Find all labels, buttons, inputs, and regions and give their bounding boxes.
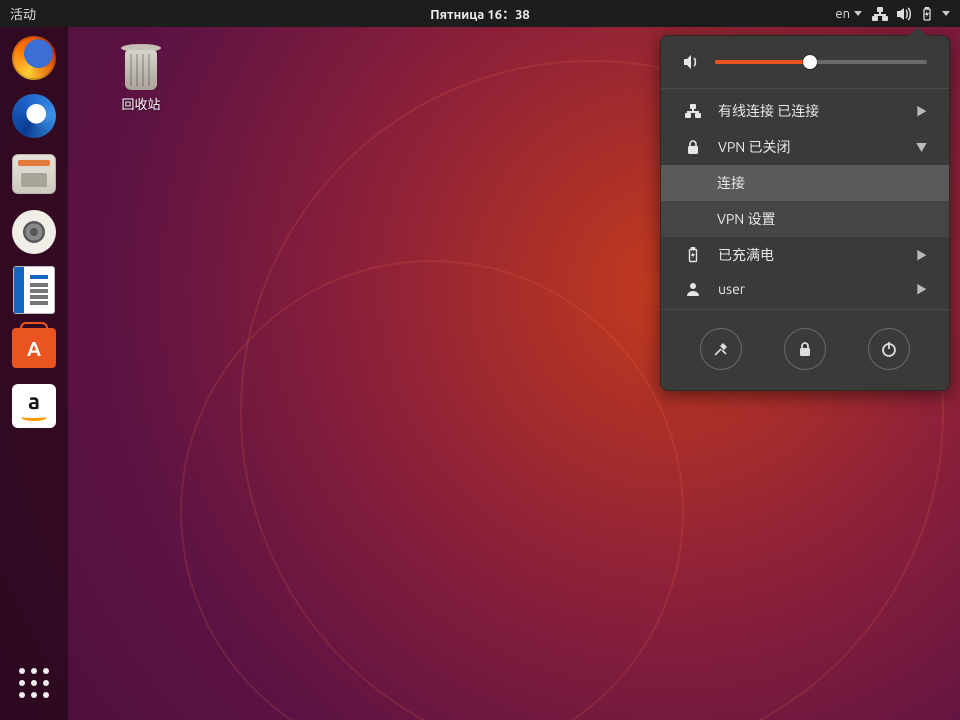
lock-icon bbox=[797, 340, 813, 358]
network-wired-icon bbox=[872, 7, 888, 21]
dock-app-amazon[interactable]: a bbox=[9, 381, 59, 431]
dock-app-rhythmbox[interactable] bbox=[9, 207, 59, 257]
menu-label: 有线连接 已连接 bbox=[718, 101, 916, 121]
power-icon bbox=[880, 340, 898, 358]
menu-vpn-connect[interactable]: 连接 bbox=[661, 165, 949, 201]
menu-label: VPN 已关闭 bbox=[718, 137, 916, 157]
menu-user[interactable]: user ▶ bbox=[661, 273, 949, 305]
volume-row bbox=[661, 36, 949, 84]
power-button[interactable] bbox=[868, 328, 910, 370]
software-bag-icon bbox=[12, 328, 56, 368]
user-icon bbox=[683, 281, 703, 297]
battery-icon bbox=[920, 7, 934, 21]
desktop-icon-label: 回收站 bbox=[96, 94, 186, 113]
tools-icon bbox=[712, 340, 730, 358]
input-source-label: en bbox=[835, 7, 850, 21]
action-row bbox=[661, 314, 949, 376]
chevron-down-icon: ▼ bbox=[916, 139, 927, 155]
dock-app-firefox[interactable] bbox=[9, 33, 59, 83]
rhythmbox-icon bbox=[12, 210, 56, 254]
lock-icon bbox=[683, 139, 703, 155]
menu-vpn[interactable]: VPN 已关闭 ▼ bbox=[661, 129, 949, 165]
menu-label: VPN 设置 bbox=[717, 209, 927, 229]
chevron-right-icon: ▶ bbox=[916, 103, 927, 119]
amazon-icon: a bbox=[12, 384, 56, 428]
firefox-icon bbox=[12, 36, 56, 80]
chevron-down-icon bbox=[854, 11, 862, 16]
menu-label: 已充满电 bbox=[718, 245, 916, 265]
top-bar: 活动 Пятница 16：38 en bbox=[0, 0, 960, 27]
system-status-area[interactable] bbox=[872, 7, 950, 21]
volume-slider-thumb[interactable] bbox=[803, 55, 817, 69]
dock-app-libreoffice-writer[interactable] bbox=[9, 265, 59, 315]
system-menu: 有线连接 已连接 ▶ VPN 已关闭 ▼ 连接 VPN 设置 已充满电 ▶ us… bbox=[660, 35, 950, 391]
show-applications-button[interactable] bbox=[9, 658, 59, 708]
settings-button[interactable] bbox=[700, 328, 742, 370]
input-source-indicator[interactable]: en bbox=[835, 7, 862, 21]
dock-app-ubuntu-software[interactable] bbox=[9, 323, 59, 373]
volume-slider[interactable] bbox=[715, 60, 927, 64]
volume-icon bbox=[896, 7, 912, 21]
trash-icon bbox=[117, 40, 165, 90]
menu-wired-connection[interactable]: 有线连接 已连接 ▶ bbox=[661, 93, 949, 129]
dock-app-files[interactable] bbox=[9, 149, 59, 199]
separator bbox=[661, 88, 949, 89]
menu-label: 连接 bbox=[717, 173, 927, 193]
volume-slider-fill bbox=[715, 60, 810, 64]
files-icon bbox=[12, 154, 56, 194]
dock: a bbox=[0, 27, 68, 720]
menu-label: user bbox=[718, 281, 916, 297]
battery-full-icon bbox=[683, 247, 703, 263]
thunderbird-icon bbox=[12, 94, 56, 138]
volume-icon[interactable] bbox=[683, 54, 701, 70]
separator bbox=[661, 309, 949, 310]
network-wired-icon bbox=[683, 104, 703, 118]
lock-button[interactable] bbox=[784, 328, 826, 370]
activities-button[interactable]: 活动 bbox=[10, 4, 36, 23]
writer-icon bbox=[13, 266, 55, 314]
dock-app-thunderbird[interactable] bbox=[9, 91, 59, 141]
menu-battery[interactable]: 已充满电 ▶ bbox=[661, 237, 949, 273]
desktop-icon-trash[interactable]: 回收站 bbox=[96, 40, 186, 113]
menu-vpn-settings[interactable]: VPN 设置 bbox=[661, 201, 949, 237]
chevron-down-icon bbox=[942, 11, 950, 16]
chevron-right-icon: ▶ bbox=[916, 247, 927, 263]
clock[interactable]: Пятница 16：38 bbox=[430, 4, 530, 23]
chevron-right-icon: ▶ bbox=[916, 281, 927, 297]
